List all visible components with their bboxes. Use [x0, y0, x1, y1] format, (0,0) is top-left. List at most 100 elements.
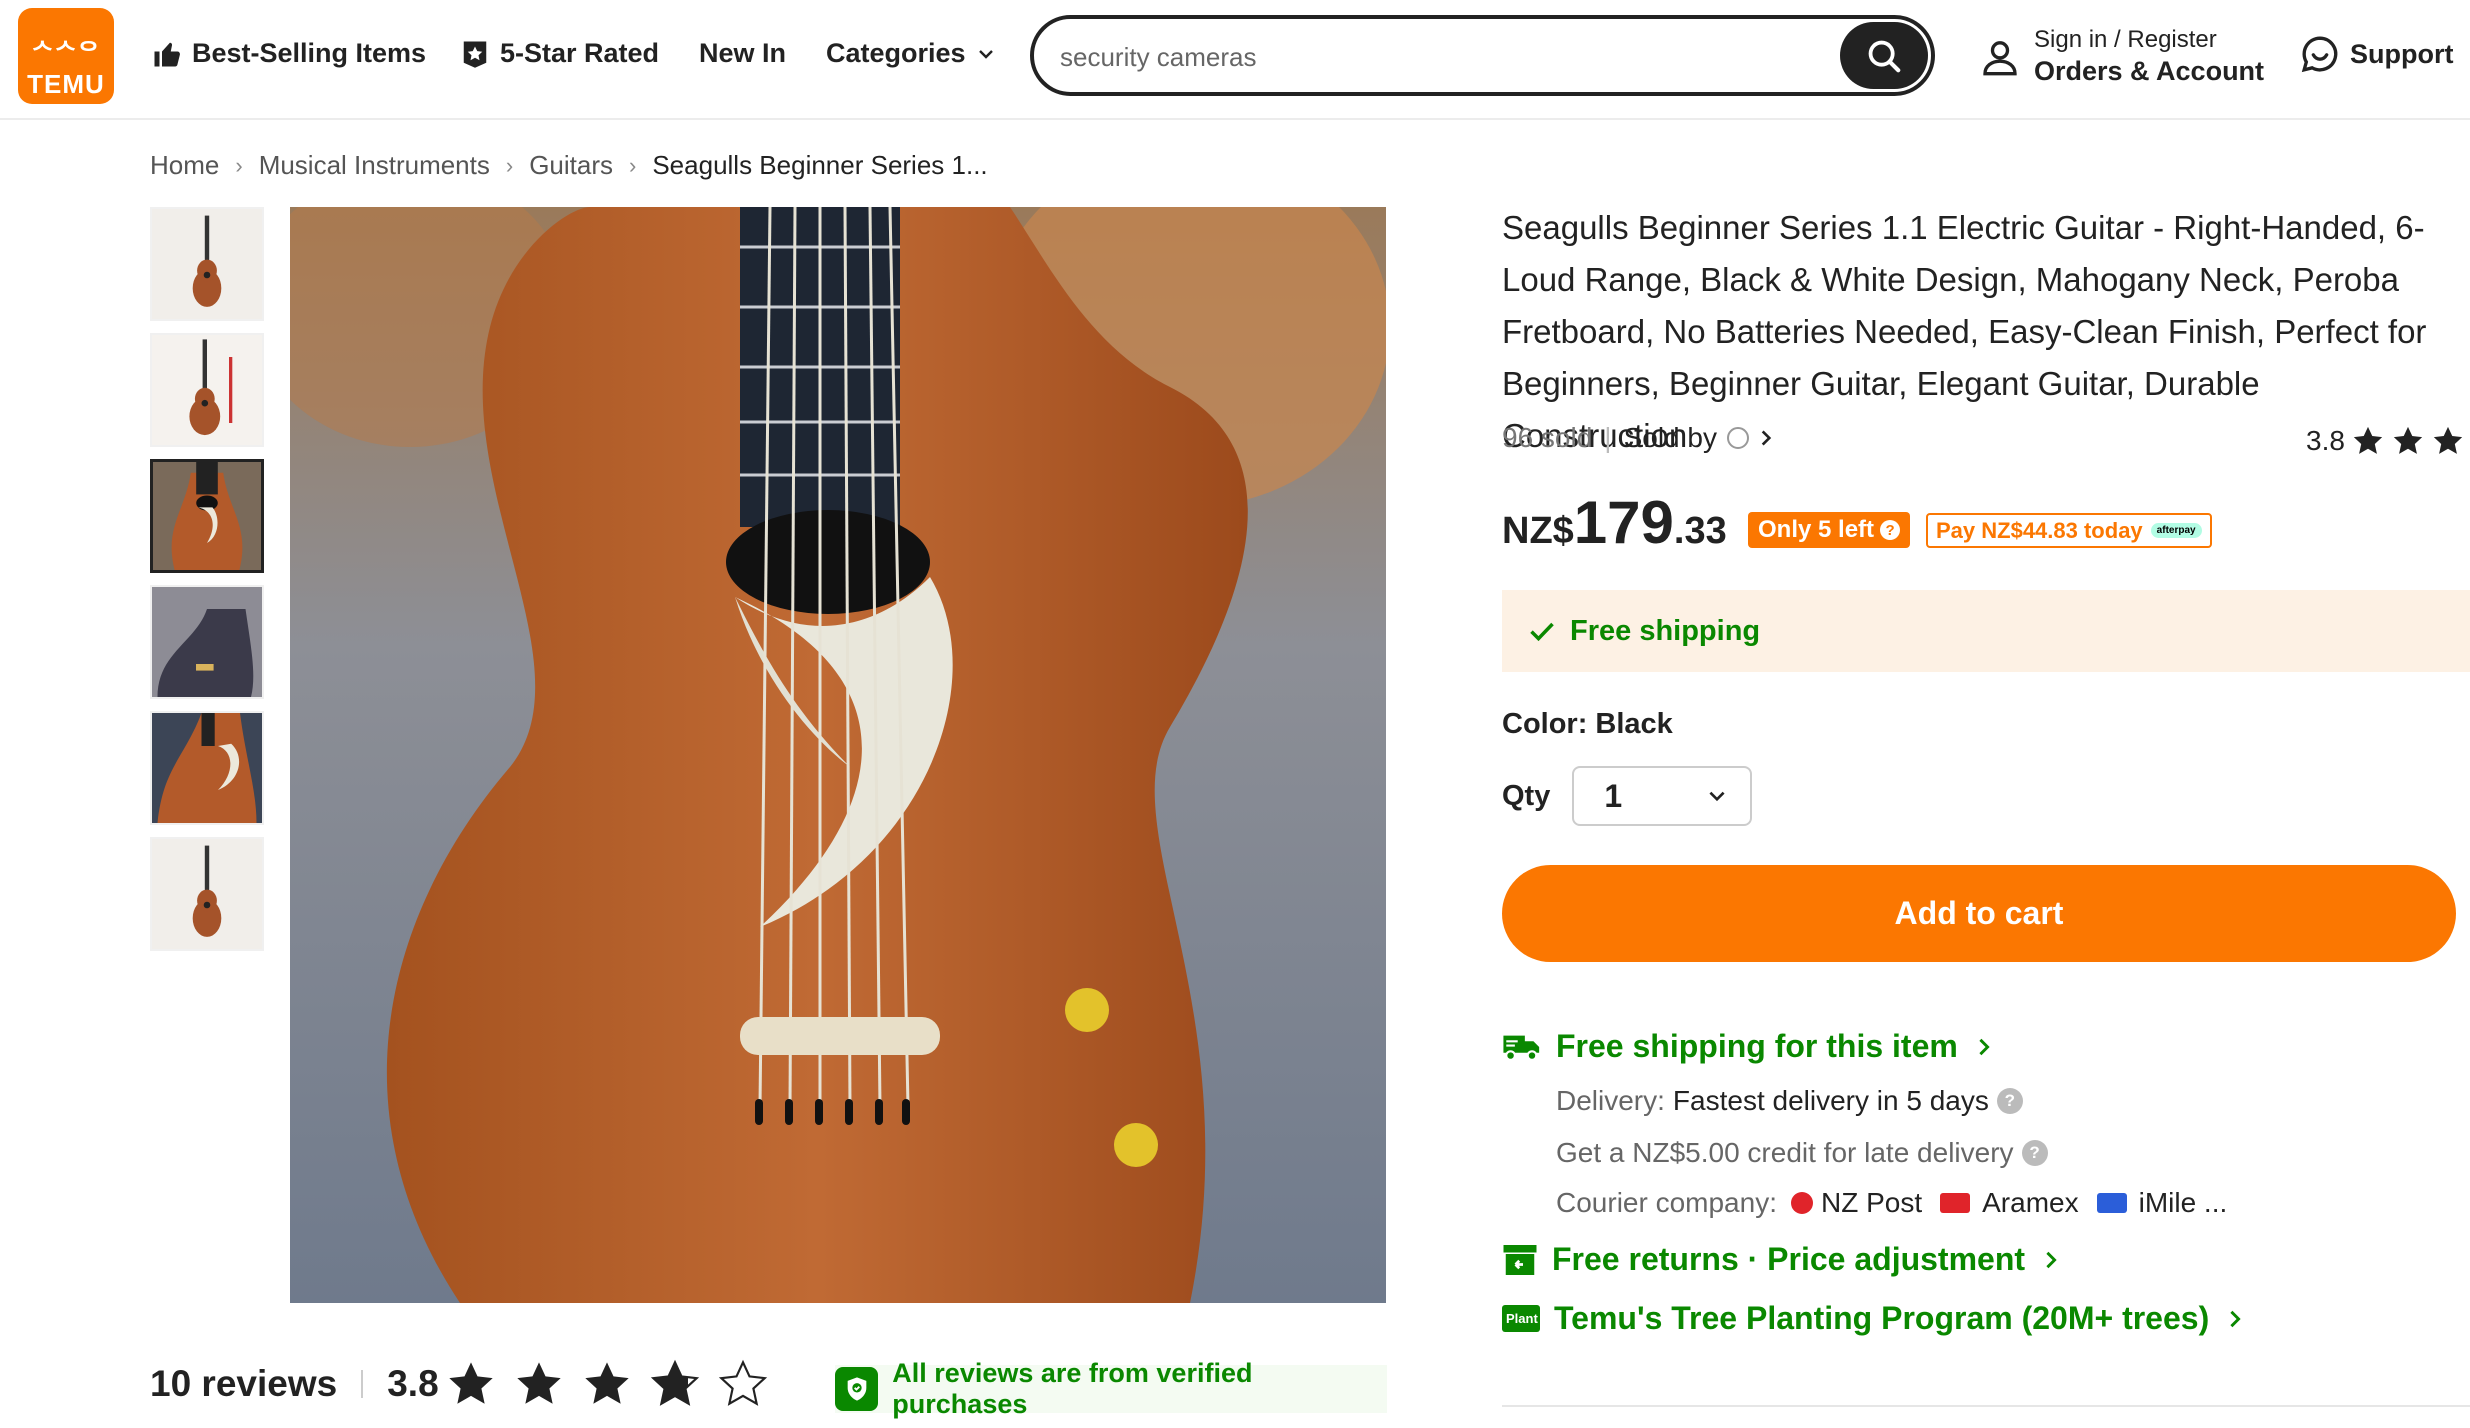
nav-best-selling-label: Best-Selling Items — [192, 38, 427, 68]
thumbs-up-icon — [154, 42, 180, 66]
breadcrumb-separator-icon: › — [629, 152, 637, 178]
nav-new-in[interactable]: New In — [699, 38, 786, 69]
sold-by-label: Sold by — [1623, 422, 1717, 453]
chevron-right-icon[interactable] — [1755, 427, 1777, 449]
credit-text: Get a NZ$5.00 credit for late delivery — [1556, 1137, 2014, 1168]
plant-badge-icon: Plant — [1502, 1305, 1540, 1332]
courier-aramex: Aramex — [1982, 1187, 2079, 1218]
site-header: ᄉᄉᄋ TEMU Best-Selling Items 5-Star Rated… — [0, 0, 2470, 120]
free-shipping-link-label: Free shipping for this item — [1556, 1028, 1958, 1064]
chevron-right-icon — [2046, 1251, 2057, 1268]
quantity-select[interactable]: 1 — [1572, 766, 1753, 826]
question-icon[interactable]: ? — [2021, 1140, 2048, 1166]
delivery-truck-icon — [1503, 1035, 1540, 1061]
sold-count: 96 sold — [1502, 422, 1593, 453]
thumbnail-2[interactable] — [150, 333, 264, 447]
courier-nz-post: NZ Post — [1820, 1187, 1923, 1218]
return-box-icon — [1503, 1244, 1537, 1275]
delivery-estimate: Delivery: Fastest delivery in 5 days ? — [1556, 1085, 2452, 1117]
question-icon: ? — [1880, 520, 1901, 540]
seller-avatar-icon[interactable] — [1726, 427, 1749, 449]
star-outline-icon — [718, 1359, 767, 1406]
search-icon — [1868, 40, 1901, 72]
thumbnail-4[interactable] — [150, 585, 264, 699]
meta-divider: | — [1604, 422, 1612, 453]
afterpay-offer[interactable]: Pay NZ$44.83 today afterpay — [1926, 513, 2212, 548]
chevron-down-icon — [978, 49, 993, 59]
guitar-product-photo — [290, 207, 1386, 1303]
stock-badge[interactable]: Only 5 left ? — [1748, 512, 1911, 548]
breadcrumb-guitars[interactable]: Guitars — [529, 150, 613, 181]
logo-glyphs: ᄉᄉᄋ — [31, 39, 101, 66]
sales-meta: 96 sold | Sold by — [1502, 422, 1777, 454]
star-icon — [650, 1359, 699, 1406]
checkmark-icon — [1530, 622, 1554, 642]
nz-post-logo-icon — [1790, 1192, 1813, 1214]
user-icon — [1983, 40, 2017, 75]
guitar-thumbnail-image — [153, 462, 261, 570]
nav-best-selling[interactable]: Best-Selling Items — [152, 38, 426, 69]
guitar-thumbnail-image — [152, 209, 262, 319]
free-shipping-label: Free shipping — [1570, 614, 1761, 647]
add-to-cart-button[interactable]: Add to cart — [1502, 865, 2456, 962]
support-chat-icon — [2301, 36, 2338, 73]
price-currency: NZ$ — [1502, 510, 1574, 552]
quantity-value: 1 — [1604, 777, 1623, 814]
breadcrumb-current: Seagulls Beginner Series 1... — [652, 150, 988, 180]
temu-logo[interactable]: ᄉᄉᄋ TEMU — [18, 8, 114, 104]
shipping-info: Free shipping for this item Delivery: Fa… — [1502, 1028, 2452, 1337]
chevron-down-icon — [1709, 791, 1725, 802]
thumbnail-1[interactable] — [150, 207, 264, 321]
thumbnail-3[interactable] — [150, 459, 264, 573]
nav-categories[interactable]: Categories — [826, 38, 996, 69]
color-label: Color: Black — [1502, 708, 1673, 740]
price-cents: .33 — [1673, 510, 1727, 552]
stock-badge-label: Only 5 left — [1758, 516, 1875, 543]
quantity-row: Qty 1 — [1502, 766, 1753, 826]
guitar-thumbnail-image — [152, 335, 262, 445]
tree-planting-link[interactable]: Plant Temu's Tree Planting Program (20M+… — [1502, 1300, 2452, 1337]
reviews-divider — [361, 1370, 364, 1398]
breadcrumb-separator-icon: › — [505, 152, 514, 178]
chevron-right-icon — [2230, 1310, 2241, 1327]
pay-today-label: Pay NZ$44.83 today — [1936, 517, 2143, 543]
delivery-label: Delivery: — [1556, 1085, 1665, 1116]
courier-row: Courier company: NZ Post Aramex iMile ..… — [1556, 1187, 2452, 1219]
question-icon[interactable]: ? — [1996, 1088, 2023, 1114]
star-icon — [2353, 426, 2383, 454]
review-count[interactable]: 10 reviews — [150, 1363, 337, 1405]
guitar-thumbnail-image — [152, 587, 262, 697]
shield-check-icon — [835, 1367, 879, 1411]
rating-value: 3.8 — [2306, 425, 2345, 456]
courier-imile: iMile ... — [2138, 1187, 2228, 1218]
section-divider — [1502, 1405, 2470, 1407]
orders-account-label: Orders & Account — [2034, 56, 2265, 86]
review-score: 3.8 — [387, 1363, 439, 1404]
nav-categories-label: Categories — [826, 38, 966, 68]
account-menu[interactable]: Sign in / Register Orders & Account — [1980, 26, 2264, 87]
star-icon — [448, 1362, 493, 1404]
free-shipping-link[interactable]: Free shipping for this item — [1502, 1028, 2452, 1065]
breadcrumb-home[interactable]: Home — [150, 150, 219, 181]
price-whole: 179 — [1573, 489, 1674, 556]
nav-new-in-label: New In — [699, 38, 787, 68]
search-button[interactable] — [1840, 22, 1928, 89]
reviews-summary: 10 reviews 3.8 — [150, 1358, 769, 1410]
thumbnail-5[interactable] — [150, 711, 264, 825]
search-bar — [1030, 15, 1935, 96]
product-rating[interactable]: 3.8 — [2306, 424, 2465, 458]
afterpay-logo: afterpay — [2150, 523, 2202, 538]
main-product-image[interactable] — [290, 207, 1386, 1303]
breadcrumb-musical-instruments[interactable]: Musical Instruments — [259, 150, 490, 181]
nav-five-star[interactable]: 5-Star Rated — [460, 38, 659, 69]
thumbnail-6[interactable] — [150, 837, 264, 951]
search-input[interactable] — [1060, 37, 1820, 77]
star-icon — [2393, 426, 2423, 454]
chevron-right-icon — [1979, 1038, 1990, 1055]
support-link[interactable]: Support — [2300, 34, 2453, 74]
star-icon — [2433, 426, 2463, 454]
nav-five-star-label: 5-Star Rated — [500, 38, 660, 68]
verified-purchases-note: All reviews are from verified purchases — [835, 1358, 1387, 1419]
free-returns-link[interactable]: Free returns · Price adjustment — [1502, 1241, 2452, 1278]
imile-logo-icon — [2096, 1193, 2127, 1213]
